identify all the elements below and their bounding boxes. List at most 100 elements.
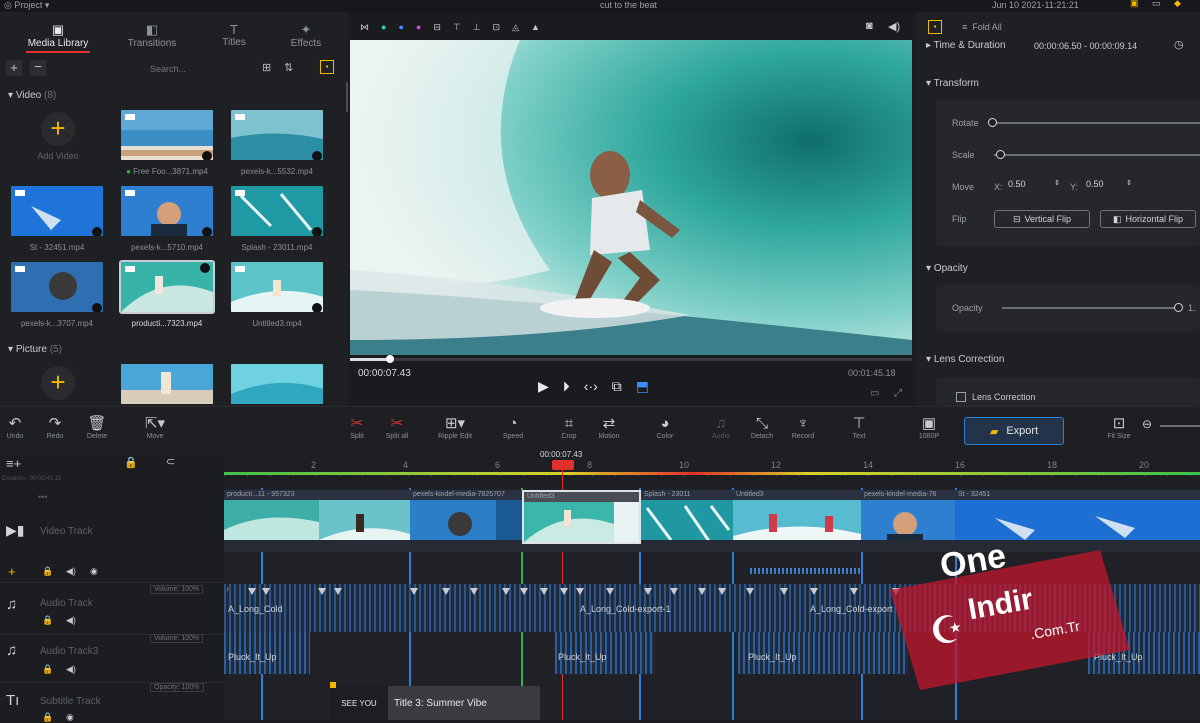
project-menu[interactable]: ◎ Project ▾ [4, 0, 49, 11]
tab-transitions[interactable]: ◧ Transitions [120, 22, 184, 53]
beat-point[interactable] [560, 588, 568, 595]
color-dot-icon[interactable]: ● [398, 22, 403, 33]
media-thumb[interactable] [119, 108, 215, 162]
picture-thumb[interactable] [119, 362, 215, 406]
add-track-icon[interactable]: ≡+ [6, 456, 21, 471]
prev-next-frame-icon[interactable]: ‹·› [584, 378, 598, 395]
beat-point[interactable] [606, 588, 614, 595]
move-button[interactable]: ⇱▾ Move [132, 415, 178, 440]
split-all-button[interactable]: ✂ Split all [374, 415, 420, 440]
media-thumb[interactable] [9, 260, 105, 314]
grid-tool-icon[interactable]: ⊟ [433, 22, 441, 33]
lock-icon[interactable]: 🔒 [42, 566, 53, 577]
subtitle-clip[interactable]: SEE YOU Title 3: Summer Vibe [330, 686, 540, 720]
lock-icon[interactable]: 🔒 [42, 664, 53, 675]
transform-header[interactable]: ▾ Transform [926, 78, 979, 89]
zoom-out-icon[interactable]: ⊖ [1142, 417, 1152, 431]
tab-effects[interactable]: ✦ Effects [284, 22, 328, 53]
scale-slider[interactable] [994, 154, 1200, 156]
lock-icon[interactable]: 🔒 [42, 615, 53, 626]
eye-icon[interactable]: ◉ [90, 566, 98, 577]
rotate-slider-knob[interactable] [988, 118, 997, 127]
video-clip[interactable]: producti...11 - 957323 [224, 490, 410, 540]
text-button[interactable]: ⊤ Text [836, 415, 882, 440]
media-scrollbar[interactable] [346, 82, 348, 112]
video-preview[interactable] [350, 40, 912, 355]
beat-point[interactable] [718, 588, 726, 595]
search-input[interactable] [150, 62, 250, 76]
playback-scrubber[interactable] [386, 355, 395, 363]
video-clip[interactable]: Splash - 23011 [641, 490, 733, 540]
horizontal-flip-button[interactable]: ◧ Horizontal Flip [1100, 210, 1196, 228]
beat-point[interactable] [520, 588, 528, 595]
video-clip[interactable]: pexels-kindel-media-76 [861, 490, 955, 540]
picture-group-header[interactable]: ▾ Picture (5) [8, 344, 62, 355]
motion-button[interactable]: ⇄ Motion [586, 415, 632, 440]
playhead-handle[interactable] [552, 460, 574, 470]
color-button[interactable]: ◕ Color [642, 415, 688, 440]
play-selection-icon[interactable]: ⏵ [563, 378, 570, 395]
speed-button[interactable]: ◔ Speed [490, 415, 536, 440]
zoom-slider[interactable] [1160, 425, 1200, 427]
tab-titles[interactable]: T Titles [214, 22, 254, 53]
beat-point[interactable] [670, 588, 678, 595]
resolution-button[interactable]: ▣ 1080P [906, 415, 952, 440]
video-clip-selected[interactable]: Untitled3 [522, 490, 641, 544]
speaker-icon[interactable]: ◀) [66, 664, 76, 675]
detach-button[interactable]: ⤡ Detach [739, 415, 785, 440]
tab-media-library[interactable]: ▣ Media Library [26, 22, 90, 53]
vertical-flip-button[interactable]: ⊟ Vertical Flip [994, 210, 1090, 228]
fullscreen-preview-icon[interactable]: ⧉ [612, 378, 622, 395]
move-y-input[interactable]: 0.50 ⇕ [1086, 179, 1132, 193]
display-settings-icon[interactable]: ▭ [870, 388, 879, 399]
delete-button[interactable]: 🗑 Delete [74, 415, 120, 440]
beat-point[interactable] [442, 588, 450, 595]
fill-tool-icon[interactable]: ◬ [512, 22, 519, 33]
beat-point[interactable] [892, 588, 900, 595]
beat-point[interactable] [248, 588, 256, 595]
lock-all-icon[interactable]: 🔒 [124, 456, 138, 469]
lock-tool-icon[interactable]: ⊡ [493, 22, 501, 33]
media-thumb[interactable] [229, 108, 325, 162]
color-dot-icon[interactable]: ● [416, 22, 421, 33]
add-video-track-icon[interactable]: + [8, 564, 16, 579]
add-media-button[interactable]: + [6, 60, 22, 76]
window-icon[interactable]: ▭ [1152, 0, 1161, 9]
export-button[interactable]: ▰ Export [964, 417, 1064, 445]
volume-badge[interactable]: Volume: 100% [150, 585, 204, 594]
beat-point[interactable] [334, 588, 342, 595]
snapshot-tool-icon[interactable]: ⋈ [360, 22, 369, 33]
fold-all-button[interactable]: ≡ Fold All [962, 22, 1002, 32]
beat-point[interactable] [262, 588, 270, 595]
beat-point[interactable] [318, 588, 326, 595]
time-duration-header[interactable]: ▸ Time & Duration [926, 40, 1006, 51]
beat-point[interactable] [502, 588, 510, 595]
video-group-header[interactable]: ▾ Video (8) [8, 90, 56, 101]
redo-button[interactable]: ↷ Redo [32, 415, 78, 440]
scale-slider-knob[interactable] [996, 150, 1005, 159]
color-dot-icon[interactable]: ● [381, 22, 386, 33]
align-tool-icon[interactable]: ⊤ [453, 22, 461, 33]
lens-correction-header[interactable]: ▾ Lens Correction [926, 354, 1004, 365]
play-icon[interactable]: ▶ [538, 378, 549, 395]
speaker-icon[interactable]: ◀) [66, 615, 76, 626]
opacity-slider-knob[interactable] [1174, 303, 1183, 312]
add-picture-button[interactable]: + [41, 366, 75, 400]
fit-size-button[interactable]: ⊡ Fit Size [1096, 415, 1142, 440]
lens-correction-checkbox[interactable] [956, 392, 966, 402]
lock-icon[interactable]: 🔒 [42, 712, 53, 723]
render-icon[interactable]: ⬒ [636, 378, 649, 395]
track-options-icon[interactable]: ••• [38, 492, 47, 502]
media-thumb[interactable] [119, 184, 215, 238]
beat-point[interactable] [540, 588, 548, 595]
bell-icon[interactable]: ◆ [1174, 0, 1181, 9]
media-thumb[interactable] [229, 184, 325, 238]
clock-icon[interactable]: ◷ [1174, 38, 1184, 51]
camera-icon[interactable]: ◙ [866, 20, 873, 32]
beat-point[interactable] [850, 588, 858, 595]
ripple-edit-button[interactable]: ⊞▾ Ripple Edit [432, 415, 478, 440]
layer-tool-icon[interactable]: ▲ [531, 22, 540, 33]
folder-icon[interactable]: ▣ [1130, 0, 1139, 9]
video-clip[interactable]: St - 32451 [955, 490, 1200, 540]
grid-view-icon[interactable]: ⊞ [262, 61, 271, 74]
